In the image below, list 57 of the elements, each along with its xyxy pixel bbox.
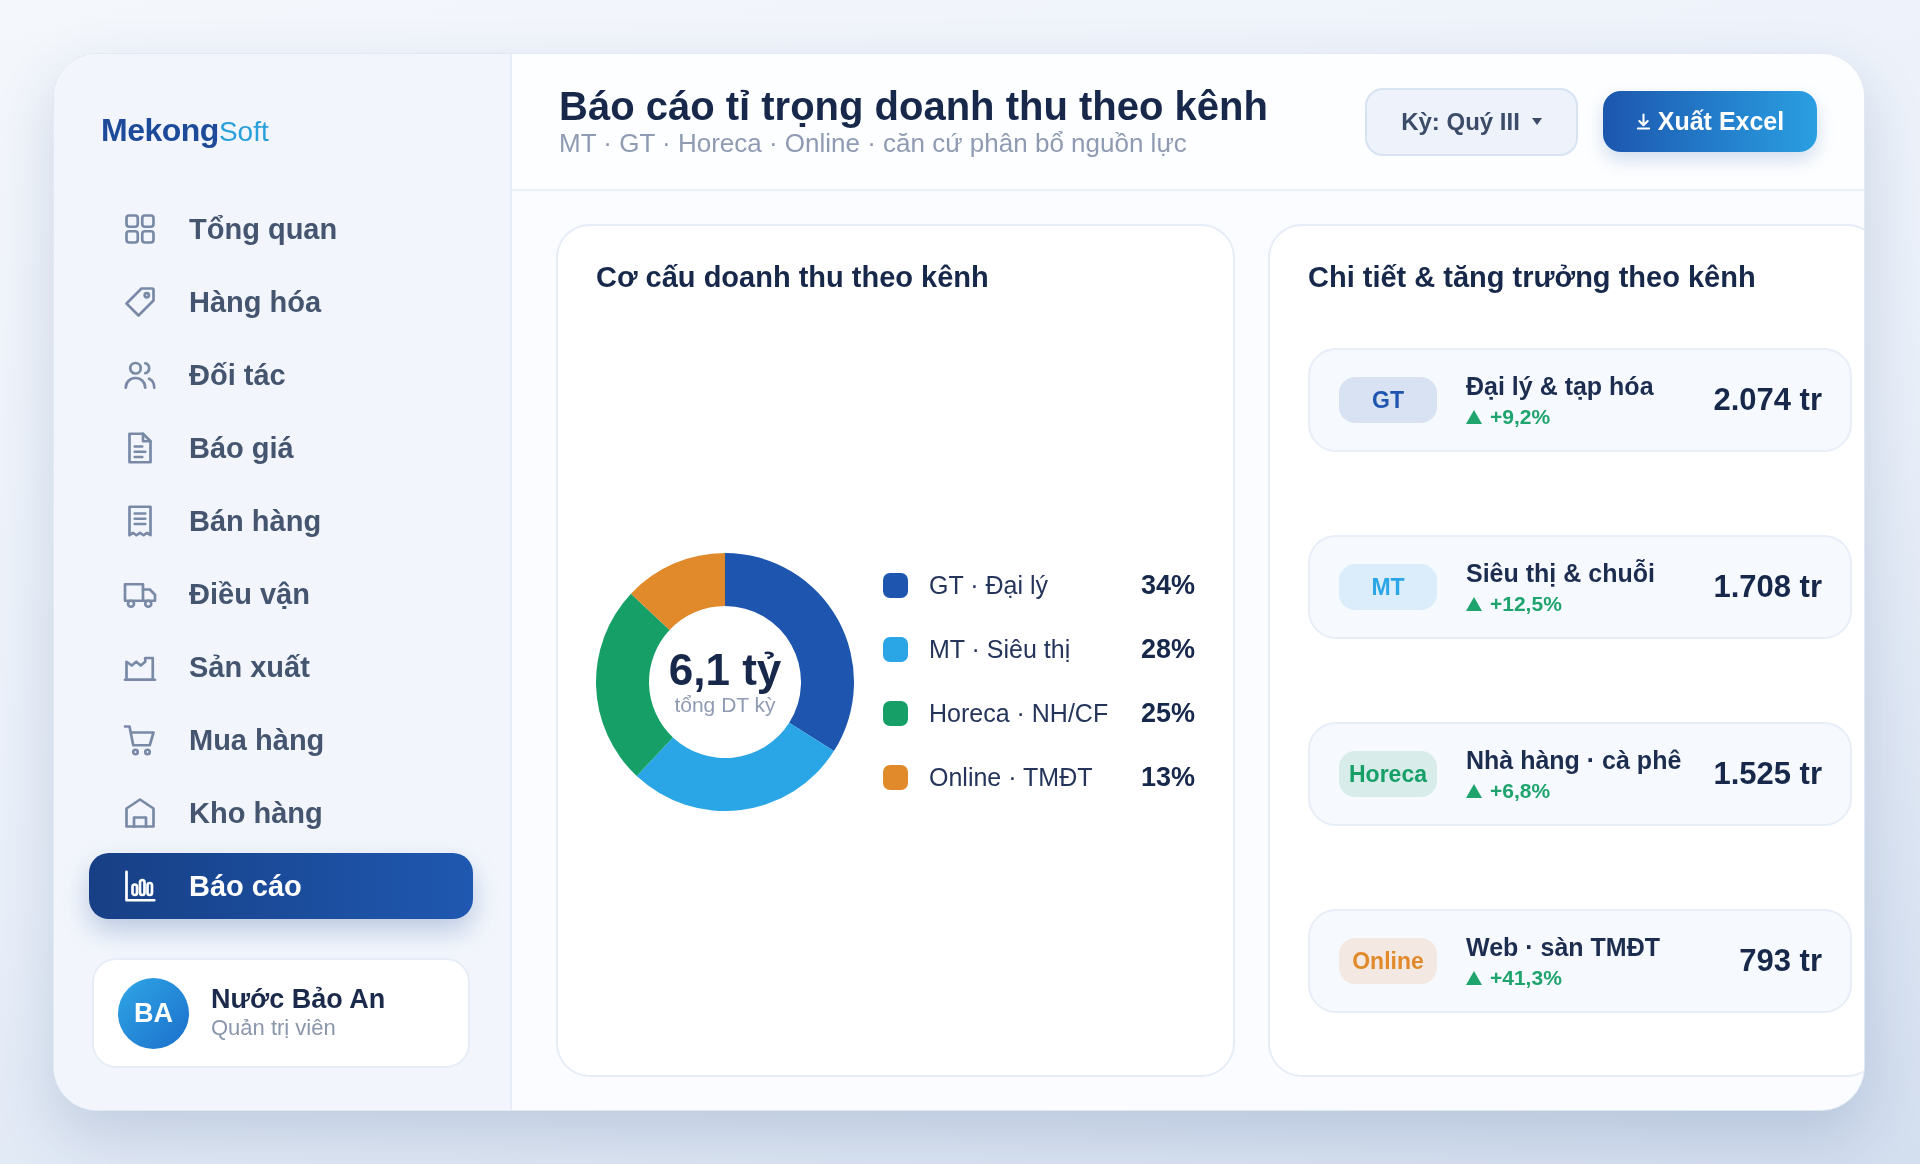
growth-value: +6,8% [1490,778,1551,804]
page-title: Báo cáo tỉ trọng doanh thu theo kênh [559,84,1268,129]
growth-value: +9,2% [1490,404,1551,430]
cart-icon [122,722,158,758]
channel-tag: Horeca [1339,751,1437,798]
legend-percent: 13% [1140,762,1195,794]
nav-item[interactable]: Sản xuất [89,634,473,700]
channel-revenue: 1.525 tr [1713,756,1822,793]
channel-revenue: 793 tr [1739,943,1822,980]
nav-item[interactable]: Đối tác [89,342,473,408]
logo: MekongSoft [100,111,269,150]
user-name: Nước Bảo An [211,984,386,1016]
donut-total: 6,1 tỷ [668,647,782,694]
up-triangle-icon [1466,970,1482,985]
legend-label: Horeca · NH/CF [929,699,1109,729]
legend-percent: 34% [1140,570,1195,602]
grid-icon [122,211,158,247]
warehouse-icon [122,795,158,831]
channel-tag: GT [1339,377,1437,424]
nav-item[interactable]: Mua hàng [89,707,473,773]
up-triangle-icon [1466,409,1482,424]
legend-percent: 25% [1140,698,1195,730]
channel-name: Web · sàn TMĐT [1466,932,1660,963]
channel-revenue: 1.708 tr [1713,569,1822,606]
legend-label: MT · Siêu thị [929,635,1071,665]
growth-value: +12,5% [1490,591,1562,617]
nav-item[interactable]: Báo cáo [89,853,473,919]
nav-item[interactable]: Kho hàng [89,780,473,846]
nav-item[interactable]: Bán hàng [89,488,473,554]
donut-total-label: tổng DT kỳ [674,693,776,717]
card-title: Chi tiết & tăng trưởng theo kênh [1308,260,1756,295]
user-avatar: BA [118,977,189,1049]
legend-percent: 28% [1140,634,1195,666]
page-subtitle: MT · GT · Horeca · Online · căn cứ phân bổ nguồn lực [559,129,1187,159]
up-triangle-icon [1466,596,1482,611]
channel-name: Siêu thị & chuỗi [1466,558,1655,589]
download-icon [1635,113,1651,130]
growth-value: +41,3% [1490,965,1562,991]
channel-tag: Online [1339,938,1437,985]
nav-item[interactable]: Điều vận [89,561,473,627]
channel-name: Đại lý & tạp hóa [1466,371,1654,402]
tag-icon [122,284,158,320]
channel-revenue: 2.074 tr [1713,382,1822,419]
up-triangle-icon [1466,783,1482,798]
legend-label: GT · Đại lý [929,571,1048,601]
nav-item[interactable]: Hàng hóa [89,269,473,335]
export-button[interactable]: Xuất Excel [1603,91,1817,152]
nav-item[interactable]: Tổng quan [89,196,473,262]
channel-tag: MT [1339,564,1437,611]
bar-chart-icon [122,868,158,904]
period-dropdown[interactable]: Kỳ: Quý III [1365,87,1578,156]
channel-name: Nhà hàng · cà phê [1466,745,1682,776]
card-title: Cơ cấu doanh thu theo kênh [596,260,989,295]
caret-icon [1531,118,1542,125]
legend-label: Online · TMĐT [929,763,1093,793]
user-role: Quản trị viên [211,1015,336,1042]
nav-item[interactable]: Báo giá [89,415,473,481]
